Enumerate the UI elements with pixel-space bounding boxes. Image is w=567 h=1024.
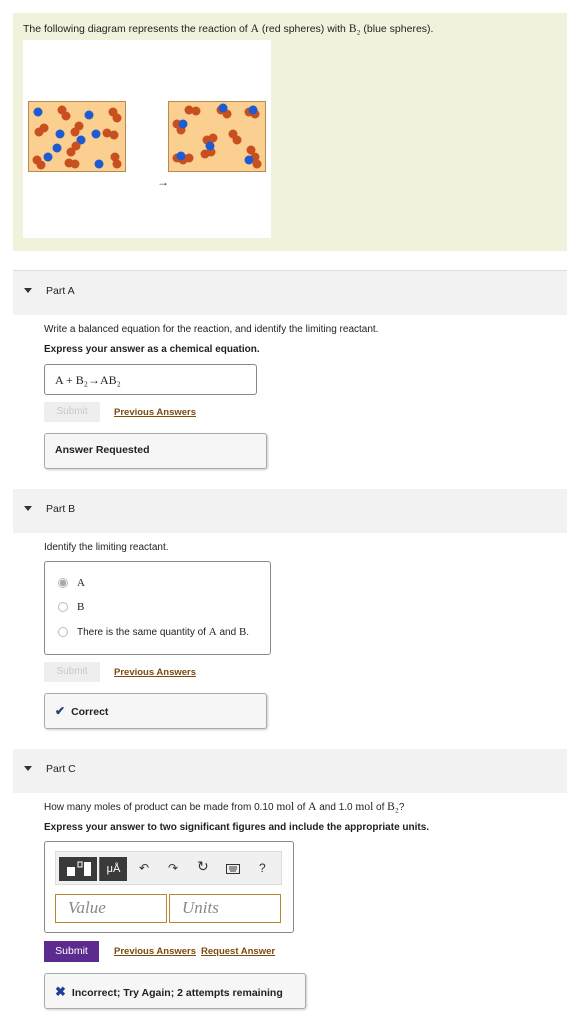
part-b-question: Identify the limiting reactant.: [44, 542, 169, 553]
part-c-previous-answers-link[interactable]: Previous Answers: [114, 946, 196, 957]
limiting-reactant-options: A B There is the same quantity of A and …: [44, 561, 271, 655]
keyboard-icon[interactable]: [226, 863, 240, 877]
part-c-instruction: Express your answer to two significant f…: [44, 822, 430, 833]
caret-down-icon: [24, 506, 32, 511]
answer-value: A + B₂→AB₂: [55, 373, 121, 387]
reaction-arrow-icon: →: [157, 175, 169, 189]
products-box: [168, 101, 266, 172]
option-b[interactable]: B: [58, 600, 84, 614]
radio-selected[interactable]: [58, 578, 68, 588]
units-input[interactable]: Units: [169, 894, 281, 923]
part-b-title: Part B: [46, 503, 76, 515]
undo-icon[interactable]: ↶: [139, 861, 149, 875]
option-same-quantity[interactable]: There is the same quantity of A and B.: [58, 625, 249, 639]
math-toolbar: μÅ ↶ ↷ ↻ ?: [55, 851, 282, 885]
product-spheres: [172, 103, 262, 169]
value-input[interactable]: Value: [55, 894, 167, 923]
request-answer-link[interactable]: Request Answer: [201, 946, 275, 957]
part-b-submit-button[interactable]: Submit: [44, 662, 100, 682]
part-c-submit-button[interactable]: Submit: [44, 941, 99, 962]
feedback-text: Incorrect; Try Again; 2 attempts remaini…: [71, 987, 283, 999]
part-a-header[interactable]: Part A: [13, 271, 567, 315]
caret-down-icon: [24, 766, 32, 771]
answer-input-panel: μÅ ↶ ↷ ↻ ? Value Units: [44, 841, 294, 933]
part-a-question: Write a balanced equation for the reacti…: [44, 324, 379, 335]
help-icon[interactable]: ?: [259, 861, 266, 875]
option-label: A: [77, 577, 85, 589]
templates-icon: [67, 861, 91, 876]
equation-answer-field[interactable]: A + B₂→AB₂: [44, 364, 257, 395]
radio[interactable]: [58, 602, 68, 612]
reactants-box: [28, 101, 126, 172]
part-c-header[interactable]: Part C: [13, 749, 567, 793]
part-c-question: How many moles of product can be made fr…: [44, 801, 405, 813]
redo-icon[interactable]: ↷: [168, 861, 178, 875]
part-c-feedback: ✖ Incorrect; Try Again; 2 attempts remain…: [44, 973, 306, 1009]
option-a[interactable]: A: [58, 576, 85, 590]
part-c-title: Part C: [46, 763, 76, 775]
option-label: There is the same quantity of A and B.: [77, 626, 250, 638]
part-a-title: Part A: [46, 285, 75, 297]
feedback-text: Answer Requested: [55, 444, 150, 456]
reset-icon[interactable]: ↻: [197, 858, 209, 875]
option-label: B: [77, 601, 85, 613]
part-a-instruction: Express your answer as a chemical equati…: [44, 344, 260, 355]
part-a-previous-answers-link[interactable]: Previous Answers: [114, 407, 196, 418]
radio[interactable]: [58, 627, 68, 637]
reaction-diagram: →: [23, 40, 271, 238]
part-a-feedback: Answer Requested: [44, 433, 267, 469]
units-button[interactable]: μÅ: [99, 857, 127, 881]
checkmark-icon: ✔: [55, 704, 66, 718]
templates-button[interactable]: [59, 857, 97, 881]
intro-text: The following diagram represents the rea…: [23, 23, 434, 35]
part-b-header[interactable]: Part B: [13, 489, 567, 533]
x-icon: ✖: [55, 984, 66, 999]
reactant-spheres: [32, 105, 122, 170]
feedback-text: Correct: [71, 706, 109, 718]
caret-down-icon: [24, 288, 32, 293]
part-b-feedback: ✔ Correct: [44, 693, 267, 729]
part-b-previous-answers-link[interactable]: Previous Answers: [114, 667, 196, 678]
part-a-submit-button[interactable]: Submit: [44, 402, 100, 422]
